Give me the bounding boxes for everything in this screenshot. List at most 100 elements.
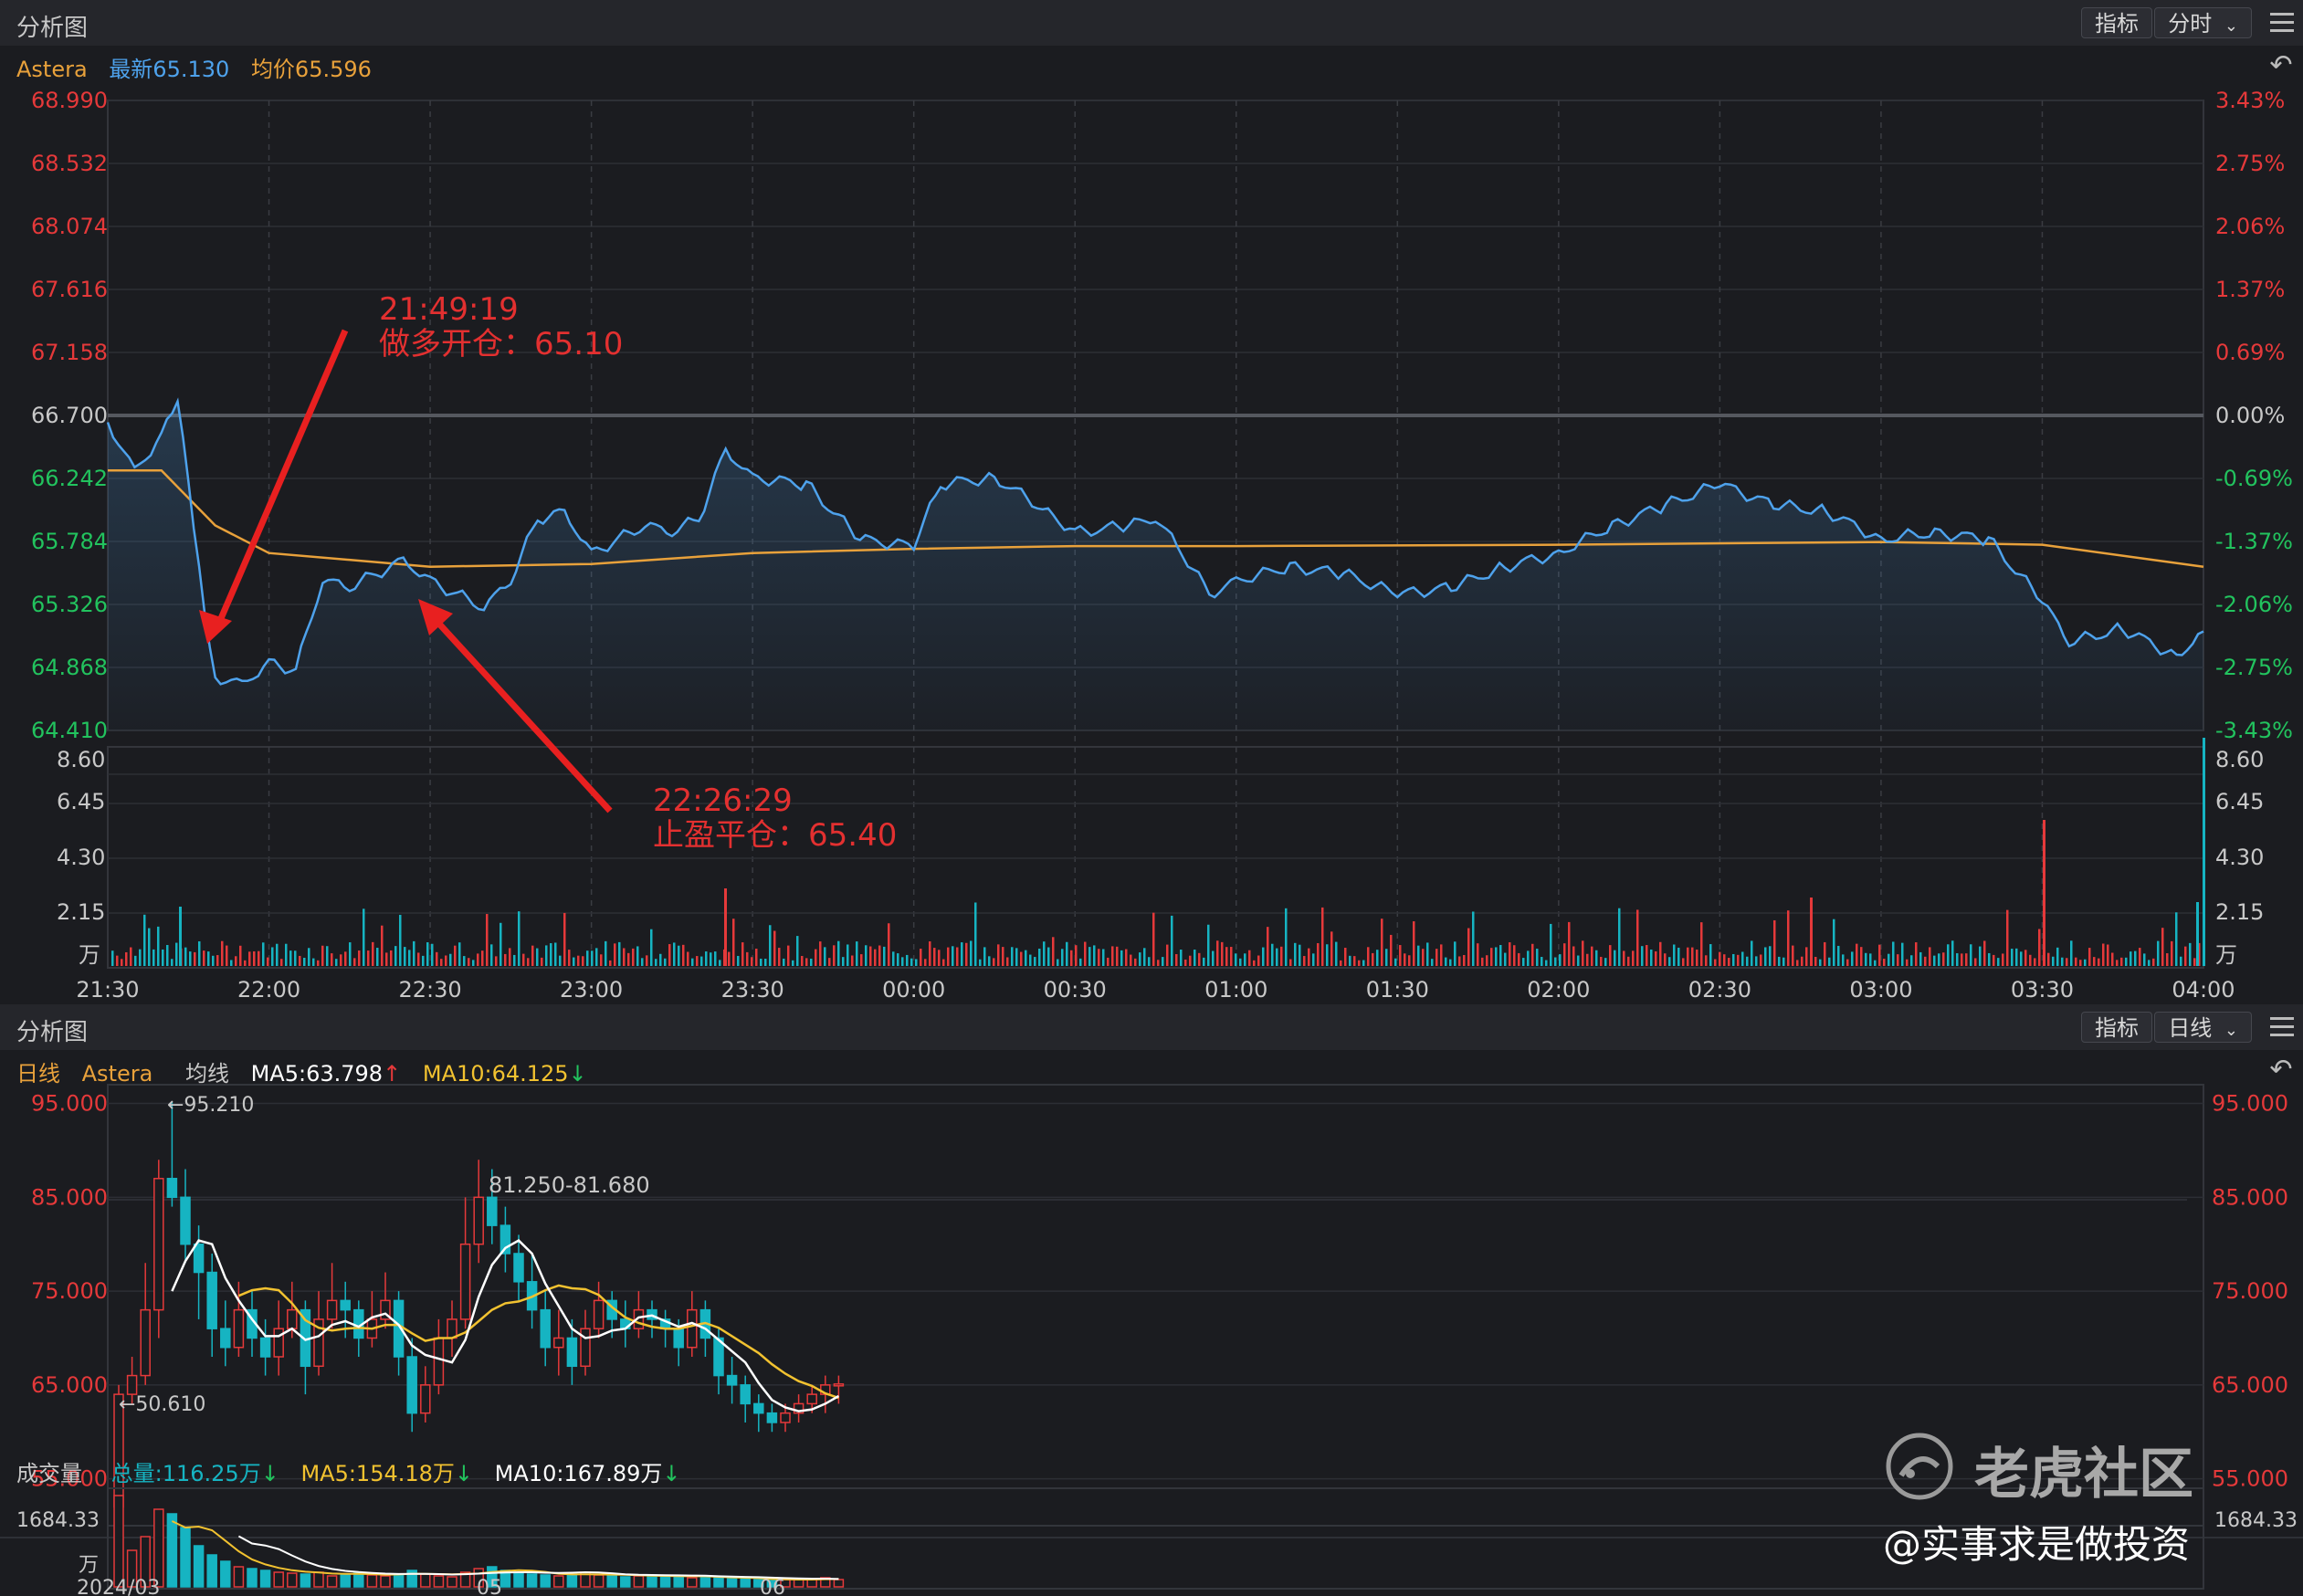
volume-bar	[2102, 943, 2105, 966]
volume-bar	[865, 945, 868, 966]
volume-bar	[308, 948, 310, 966]
volume-bar	[1353, 956, 1356, 966]
volume-bar	[527, 958, 530, 966]
price-tick-label: 64.868	[31, 655, 108, 680]
volume-bar	[883, 946, 886, 966]
volume-bar	[2116, 960, 2119, 966]
volume-bar	[2079, 960, 2082, 966]
daily-volume-bar	[193, 1545, 205, 1588]
volume-bar	[358, 950, 361, 966]
volume-bar	[1846, 959, 1849, 966]
volume-bar	[1504, 952, 1507, 966]
volume-title: 成交量	[16, 1461, 82, 1486]
volume-bar	[1267, 927, 1269, 966]
volume-bar	[1632, 950, 1635, 966]
candle-body	[766, 1412, 778, 1423]
volume-bar	[1572, 946, 1575, 966]
daily-volume-bar	[726, 1578, 738, 1588]
volume-bar	[1166, 944, 1169, 966]
volume-bar	[203, 950, 205, 966]
date-tick-0: 2024/03	[77, 1577, 160, 1596]
volume-bar	[417, 952, 420, 966]
volume-bar	[1819, 959, 1822, 966]
price-tick-label: 65.326	[31, 592, 108, 617]
volume-bar	[2171, 940, 2173, 966]
volume-bar	[2070, 940, 2073, 966]
daily-price-tick: 95.000	[31, 1091, 108, 1117]
percent-tick-label: -3.43%	[2215, 718, 2293, 743]
volume-bar	[1518, 952, 1520, 966]
volume-bar	[166, 944, 169, 966]
volume-bar	[678, 945, 680, 966]
volume-bar	[979, 959, 982, 966]
volume-bar	[1253, 960, 1256, 966]
volume-bar	[732, 919, 735, 966]
volume-bar	[1696, 950, 1698, 966]
volume-bar	[869, 946, 872, 966]
volume-bar	[2056, 947, 2059, 966]
volume-bar	[559, 955, 562, 966]
volume-bar	[700, 956, 703, 966]
volume-tick-label-right: 2.15	[2215, 899, 2264, 925]
volume-bar	[468, 958, 470, 966]
volume-bar	[1075, 945, 1078, 966]
price-tick-label: 64.410	[31, 718, 108, 743]
volume-bar	[1956, 953, 1959, 966]
volume-bar	[235, 956, 237, 966]
volume-bar	[431, 943, 434, 966]
volume-bar	[1814, 957, 1817, 966]
volume-bar	[1440, 944, 1443, 966]
volume-bar	[1376, 950, 1379, 966]
range-label: 81.250-81.680	[489, 1172, 650, 1198]
volume-bar	[924, 959, 927, 966]
volume-bar	[1677, 947, 1680, 966]
volume-bar	[1130, 954, 1132, 966]
daily-volume-bar	[247, 1568, 258, 1588]
volume-bar	[1038, 948, 1041, 966]
arrow-down-icon: ↓	[260, 1461, 279, 1486]
time-tick-label: 02:30	[1688, 977, 1751, 1003]
volume-bar	[2134, 950, 2137, 966]
volume-bar	[2107, 944, 2109, 966]
volume-bar	[481, 950, 484, 966]
arrow-down-icon: ↓	[454, 1461, 474, 1486]
daily-volume-bar	[273, 1571, 284, 1588]
volume-bar	[1719, 951, 1721, 966]
volume-bar	[1143, 948, 1146, 966]
candle-body	[740, 1384, 751, 1405]
daily-volume-bar	[740, 1578, 751, 1588]
volume-bar	[920, 949, 922, 966]
volume-bar	[463, 956, 466, 966]
volume-bar	[2184, 946, 2187, 966]
candle-body	[593, 1299, 605, 1329]
volume-bar	[1486, 955, 1488, 966]
volume-bar	[1705, 955, 1708, 966]
volume-bar	[769, 925, 772, 966]
volume-bar	[1157, 960, 1160, 966]
candle-body	[459, 1243, 471, 1320]
volume-bar	[906, 954, 909, 966]
volume-bar	[1582, 940, 1584, 966]
volume-bar	[682, 944, 685, 966]
tiger-logo-icon	[1886, 1433, 1953, 1500]
volume-bar	[929, 941, 931, 966]
volume-bar	[760, 958, 762, 966]
volume-bar	[1869, 953, 1872, 966]
watermark: 老虎社区 @实事求是做投资	[1883, 1424, 2266, 1589]
date-tick-1: 05	[477, 1577, 502, 1596]
volume-bar	[267, 957, 269, 966]
volume-bar	[2152, 958, 2155, 966]
candle-body	[340, 1299, 351, 1311]
volume-bar	[1394, 958, 1397, 966]
volume-bar	[1093, 945, 1096, 966]
volume-bar	[632, 948, 635, 966]
volume-bar	[705, 951, 708, 966]
daily-volume-bar	[540, 1574, 551, 1588]
volume-bar	[212, 955, 215, 966]
volume-bar	[299, 955, 301, 966]
daily-volume-bar	[699, 1575, 711, 1588]
volume-tick-label: 万	[79, 942, 100, 968]
daily-volume-bar	[526, 1573, 538, 1588]
volume-spike	[2203, 738, 2205, 966]
volume-bar	[1358, 960, 1361, 966]
